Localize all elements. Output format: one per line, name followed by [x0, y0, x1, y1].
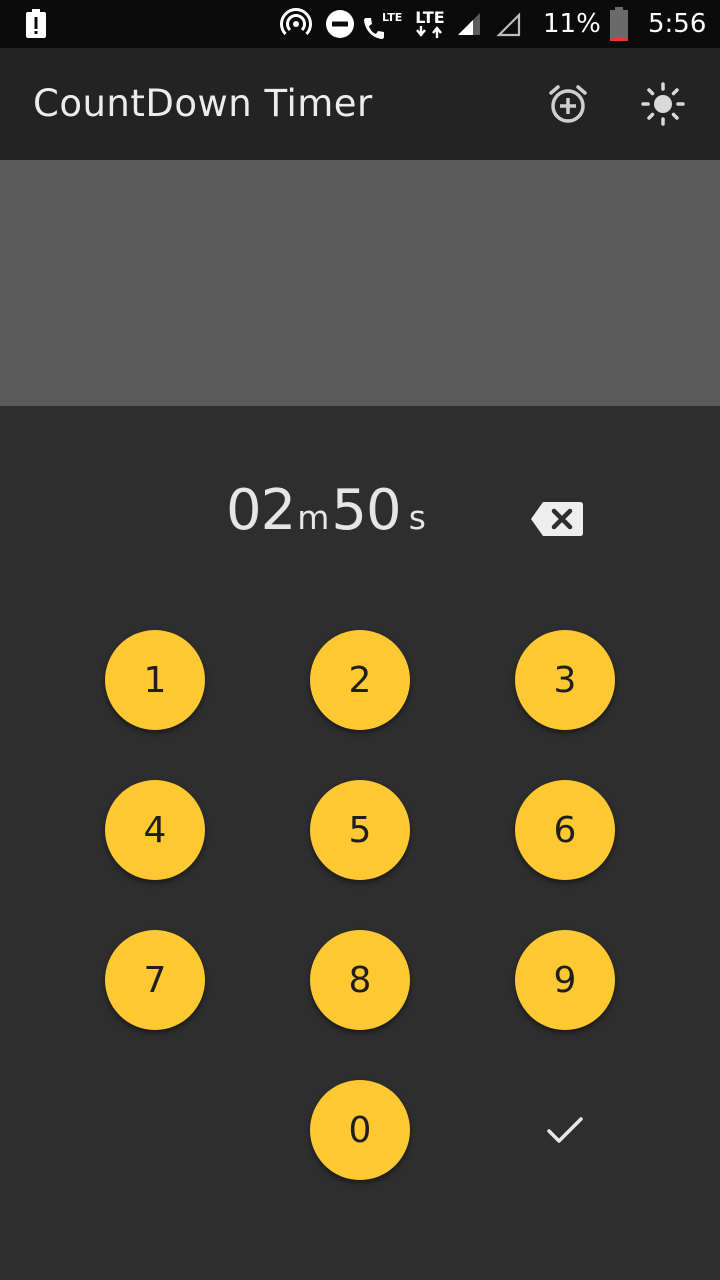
- hotspot-icon: [280, 0, 312, 48]
- lte-data-label: LTE: [415, 8, 445, 27]
- alarm-add-icon: [549, 85, 587, 123]
- backspace-icon: [531, 502, 583, 536]
- key-8[interactable]: 8: [310, 930, 410, 1030]
- backspace-button[interactable]: [530, 498, 584, 540]
- signal-empty-icon: [496, 0, 522, 48]
- key-6[interactable]: 6: [515, 780, 615, 880]
- timer-screen: LTE LTE 11% 5:56 CountDown Timer 02m50 s…: [0, 0, 720, 1280]
- battery-icon: [608, 0, 630, 48]
- alert-icon: [24, 0, 48, 48]
- lte-data-icon: LTE: [415, 0, 445, 48]
- seconds-value: 50: [331, 478, 401, 543]
- key-2[interactable]: 2: [310, 630, 410, 730]
- signal-strength-icon: [456, 0, 482, 48]
- key-0[interactable]: 0: [310, 1080, 410, 1180]
- theme-toggle-button[interactable]: [637, 78, 689, 130]
- add-alarm-button[interactable]: [542, 78, 594, 130]
- minutes-value: 02: [226, 478, 296, 543]
- key-1[interactable]: 1: [105, 630, 205, 730]
- key-7[interactable]: 7: [105, 930, 205, 1030]
- timer-display-panel: [0, 160, 720, 406]
- do-not-disturb-icon: [325, 0, 355, 48]
- key-5[interactable]: 5: [310, 780, 410, 880]
- app-bar: CountDown Timer: [0, 48, 720, 160]
- key-4[interactable]: 4: [105, 780, 205, 880]
- key-9[interactable]: 9: [515, 930, 615, 1030]
- volte-call-icon: LTE: [362, 0, 402, 48]
- app-title: CountDown Timer: [33, 82, 373, 125]
- checkmark-icon: [547, 1117, 583, 1143]
- confirm-button[interactable]: [535, 1100, 595, 1160]
- time-input-display: 02m50 s: [226, 478, 428, 568]
- lte-call-label: LTE: [382, 10, 403, 24]
- key-3[interactable]: 3: [515, 630, 615, 730]
- seconds-unit: s: [408, 498, 426, 537]
- clock: 5:56: [648, 9, 707, 39]
- brightness-icon: [641, 82, 685, 126]
- battery-percent: 11%: [543, 9, 601, 39]
- minutes-unit: m: [297, 498, 330, 537]
- status-bar: LTE LTE 11% 5:56: [0, 0, 720, 48]
